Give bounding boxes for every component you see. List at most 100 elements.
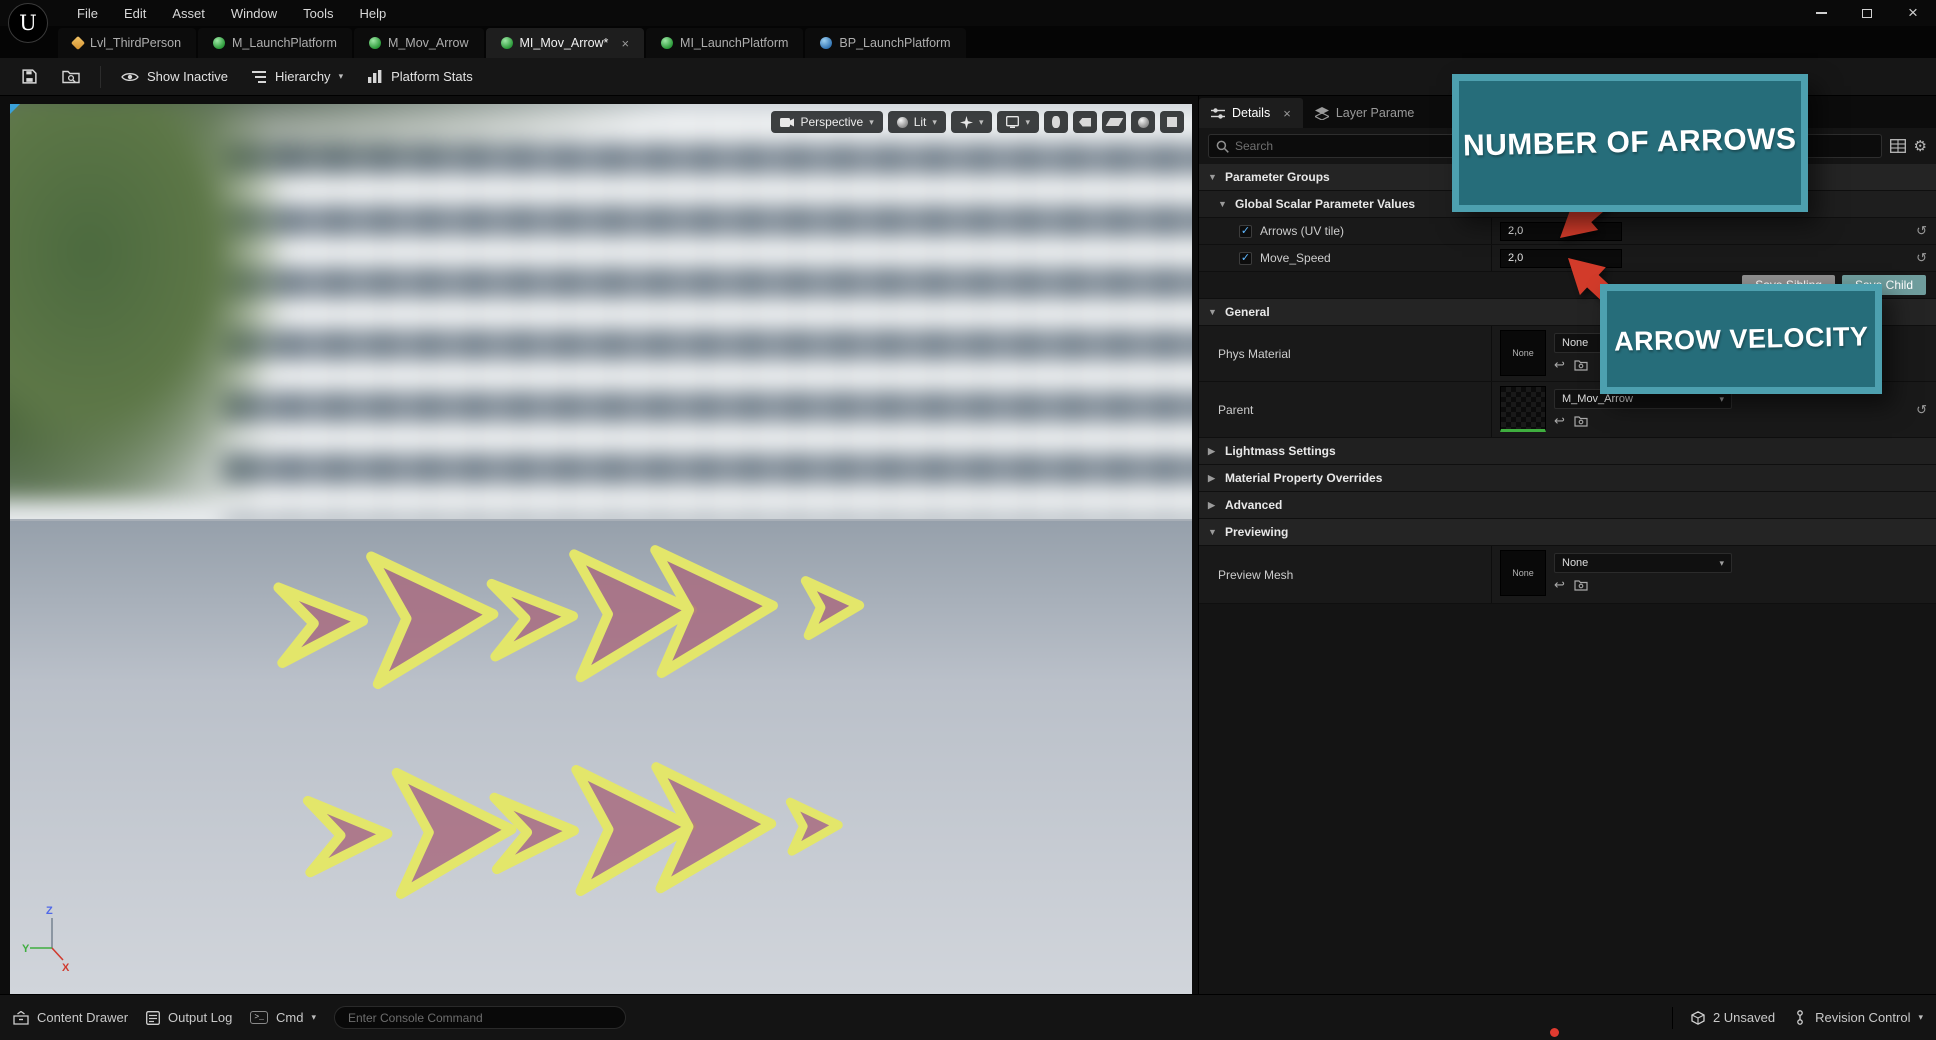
material-instance-icon bbox=[661, 37, 674, 49]
phys-material-thumbnail[interactable]: None bbox=[1500, 330, 1546, 376]
menu-tools[interactable]: Tools bbox=[290, 0, 346, 26]
tab-mi-mov-arrow[interactable]: MI_Mov_Arrow* × bbox=[485, 28, 645, 58]
menu-file[interactable]: File bbox=[64, 0, 111, 26]
use-selected-asset-icon[interactable]: ↩ bbox=[1554, 413, 1565, 429]
checkbox-checked[interactable]: ✓ bbox=[1239, 251, 1252, 265]
display-options-icon[interactable] bbox=[1889, 139, 1906, 153]
preview-mesh-dropdown[interactable]: None ▾ bbox=[1554, 553, 1732, 573]
material-preview-viewport[interactable]: Perspective ▾ Lit ▾ ▾ ▾ Z Y X bbox=[10, 104, 1192, 994]
folder-search-icon bbox=[62, 68, 80, 85]
hierarchy-icon bbox=[251, 70, 267, 84]
tab-label: MI_Mov_Arrow* bbox=[519, 36, 609, 50]
preview-mesh-thumbnail[interactable]: None bbox=[1500, 550, 1546, 596]
tab-m-mov-arrow[interactable]: M_Mov_Arrow bbox=[353, 28, 484, 58]
tag-icon bbox=[1079, 117, 1091, 127]
section-material-property-overrides[interactable]: ▶ Material Property Overrides bbox=[1199, 465, 1936, 492]
menu-asset[interactable]: Asset bbox=[159, 0, 218, 26]
preview-cylinder-button[interactable] bbox=[1044, 111, 1068, 133]
tab-m-launchplatform[interactable]: M_LaunchPlatform bbox=[198, 28, 352, 58]
tab-layer-parameters[interactable]: Layer Parame bbox=[1303, 98, 1427, 128]
tab-lvl-thirdperson[interactable]: Lvl_ThirdPerson bbox=[58, 28, 197, 58]
use-selected-asset-icon[interactable]: ↩ bbox=[1554, 577, 1565, 593]
preview-plane-button[interactable] bbox=[1102, 111, 1126, 133]
preview-mesh-label: Preview Mesh bbox=[1218, 567, 1294, 582]
revision-control-icon bbox=[1793, 1010, 1807, 1025]
lit-mode-dropdown[interactable]: Lit ▾ bbox=[887, 111, 946, 133]
material-instance-icon bbox=[500, 37, 513, 49]
browse-to-asset-icon[interactable] bbox=[1574, 579, 1588, 591]
phys-material-value: None bbox=[1562, 337, 1589, 349]
caret-expanded-icon: ▼ bbox=[1218, 199, 1227, 209]
show-inactive-button[interactable]: Show Inactive bbox=[110, 63, 239, 91]
reset-to-default-icon[interactable]: ↺ bbox=[1916, 250, 1927, 266]
parent-material-thumbnail[interactable] bbox=[1500, 386, 1546, 432]
platform-stats-button[interactable]: Platform Stats bbox=[356, 63, 484, 91]
use-selected-asset-icon[interactable]: ↩ bbox=[1554, 357, 1565, 373]
browse-to-asset-icon[interactable] bbox=[1574, 415, 1588, 427]
browse-to-asset-icon[interactable] bbox=[1574, 359, 1588, 371]
preview-mesh-value: None bbox=[1562, 557, 1589, 569]
content-drawer-button[interactable]: Content Drawer bbox=[13, 1010, 128, 1025]
viewport-options-dropdown[interactable]: ▾ bbox=[997, 111, 1039, 133]
show-flags-dropdown[interactable]: ▾ bbox=[950, 111, 993, 133]
chevron-down-icon: ▾ bbox=[311, 1012, 316, 1022]
caret-collapsed-icon: ▶ bbox=[1208, 445, 1215, 456]
tab-mi-launchplatform[interactable]: MI_LaunchPlatform bbox=[646, 28, 804, 58]
close-icon[interactable]: × bbox=[1283, 106, 1291, 121]
menu-edit[interactable]: Edit bbox=[111, 0, 159, 26]
section-lightmass-settings[interactable]: ▶ Lightmass Settings bbox=[1199, 438, 1936, 465]
close-button[interactable]: × bbox=[1890, 0, 1936, 26]
console-command-input[interactable] bbox=[333, 1006, 626, 1029]
minimize-icon bbox=[1815, 12, 1827, 14]
output-log-icon bbox=[146, 1010, 160, 1025]
material-icon bbox=[213, 37, 226, 49]
preview-sphere-button[interactable] bbox=[1073, 111, 1097, 133]
menu-window[interactable]: Window bbox=[218, 0, 290, 26]
menu-help[interactable]: Help bbox=[346, 0, 399, 26]
material-preview-arrows bbox=[10, 104, 1192, 994]
minimize-button[interactable] bbox=[1798, 0, 1844, 26]
tab-label: MI_LaunchPlatform bbox=[680, 36, 789, 50]
maximize-icon bbox=[1862, 8, 1872, 18]
reset-to-default-icon[interactable]: ↺ bbox=[1916, 223, 1927, 239]
cube-icon bbox=[1167, 117, 1177, 127]
output-log-button[interactable]: Output Log bbox=[146, 1010, 232, 1025]
chevron-down-icon: ▾ bbox=[338, 71, 344, 81]
section-previewing[interactable]: ▼ Previewing bbox=[1199, 519, 1936, 546]
preview-cube-button[interactable] bbox=[1160, 111, 1184, 133]
hierarchy-button[interactable]: Hierarchy ▾ bbox=[241, 63, 354, 91]
cmd-dropdown[interactable]: >_ Cmd ▾ bbox=[250, 1010, 316, 1025]
tab-bp-launchplatform[interactable]: BP_LaunchPlatform bbox=[805, 28, 966, 58]
section-advanced[interactable]: ▶ Advanced bbox=[1199, 492, 1936, 519]
view-mode-label: Perspective bbox=[800, 115, 864, 129]
content-drawer-label: Content Drawer bbox=[37, 1010, 129, 1025]
caret-expanded-icon: ▼ bbox=[1208, 527, 1217, 537]
section-label: Advanced bbox=[1225, 498, 1283, 512]
settings-gear-icon[interactable]: ⚙ bbox=[1914, 139, 1927, 154]
cylinder-icon bbox=[1052, 116, 1060, 128]
unsaved-assets-button[interactable]: 2 Unsaved bbox=[1691, 1010, 1775, 1025]
preview-sphere2-button[interactable] bbox=[1131, 111, 1155, 133]
view-mode-dropdown[interactable]: Perspective ▾ bbox=[771, 111, 883, 133]
section-label: Material Property Overrides bbox=[1225, 471, 1383, 485]
revision-control-button[interactable]: Revision Control ▾ bbox=[1793, 1010, 1923, 1025]
details-empty-area bbox=[1199, 604, 1936, 994]
tab-details[interactable]: Details × bbox=[1199, 98, 1303, 128]
menu-bar: File Edit Asset Window Tools Help bbox=[0, 0, 1936, 26]
callout-arrow-velocity: ARROW VELOCITY bbox=[1600, 284, 1882, 394]
tab-label: BP_LaunchPlatform bbox=[839, 36, 951, 50]
cmd-label: Cmd bbox=[275, 1010, 304, 1025]
maximize-button[interactable] bbox=[1844, 0, 1890, 26]
arrows-value-field[interactable]: 2,0 bbox=[1500, 221, 1622, 241]
section-label: Lightmass Settings bbox=[1225, 444, 1336, 458]
section-label: Parameter Groups bbox=[1225, 170, 1330, 184]
reset-to-default-icon[interactable]: ↺ bbox=[1916, 402, 1927, 418]
move-speed-value-field[interactable]: 2,0 bbox=[1500, 248, 1622, 268]
tab-close-icon[interactable]: × bbox=[621, 36, 629, 51]
save-button[interactable] bbox=[10, 63, 49, 91]
param-row-move-speed: ✓ Move_Speed 2,0 ↺ bbox=[1199, 245, 1936, 272]
axis-y-label: Y bbox=[22, 943, 30, 955]
section-label: General bbox=[1225, 305, 1270, 319]
checkbox-checked[interactable]: ✓ bbox=[1239, 224, 1252, 238]
browse-to-asset-button[interactable] bbox=[51, 63, 91, 91]
